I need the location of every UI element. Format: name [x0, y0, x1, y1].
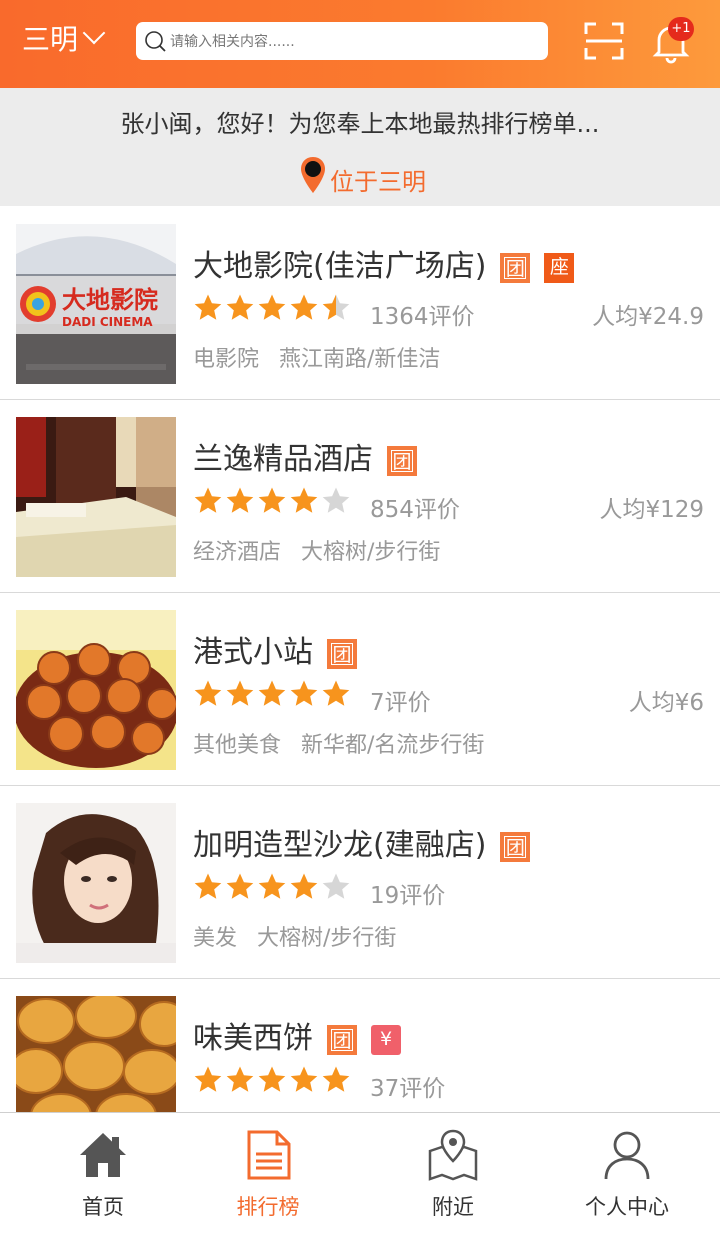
list-item[interactable]: 大地影院 DADI CINEMA 大地影院(佳洁广场店) 团座 1364评价 人均…	[0, 207, 720, 400]
group-buy-tag: 团	[500, 831, 531, 862]
avg-price: 人均¥6	[628, 690, 704, 716]
tab-ranking[interactable]: 排行榜	[178, 1113, 358, 1234]
greeting-message: 张小闽，您好！为您奉上本地最热排行榜单...	[120, 110, 600, 138]
area: 大榕树/步行街	[257, 926, 397, 951]
star-icon	[194, 680, 222, 706]
group-buy-tag: 团	[327, 638, 357, 669]
avg-price: 人均¥24.9	[592, 304, 704, 330]
category: 美发	[193, 926, 238, 951]
tab-label: 附近	[432, 1195, 474, 1219]
tab-label: 排行榜	[236, 1195, 300, 1219]
tab-home[interactable]: 首页	[13, 1113, 193, 1234]
star-icon	[258, 487, 286, 513]
star-icon	[226, 873, 254, 899]
cinema-photo: 大地影院 DADI CINEMA	[16, 224, 176, 384]
city-label: 三明	[22, 23, 79, 56]
chevron-down-icon	[82, 21, 106, 45]
tab-nearby[interactable]: 附近	[363, 1113, 543, 1234]
salon-photo	[16, 803, 176, 963]
star-icon	[290, 487, 318, 513]
group-buy-tag: 团	[387, 445, 417, 476]
star-icon	[226, 294, 254, 320]
star-icon	[290, 873, 318, 899]
category: 经济酒店	[193, 540, 282, 565]
shop-name: 味美西饼团 ¥	[193, 1013, 401, 1057]
location-pin-icon	[301, 157, 325, 193]
area: 新华都/名流步行街	[301, 733, 485, 758]
tab-label: 个人中心	[585, 1195, 669, 1219]
tab-label: 首页	[82, 1195, 124, 1219]
star-icon	[194, 294, 222, 320]
star-icon	[290, 680, 318, 706]
rating-stars	[193, 486, 353, 516]
star-icon	[226, 680, 254, 706]
shop-name: 兰逸精品酒店团	[193, 434, 417, 478]
hotel-photo	[16, 417, 176, 577]
star-icon	[258, 294, 286, 320]
payment-tag: ¥	[371, 1024, 401, 1055]
category: 其他美食	[193, 733, 282, 758]
greeting-banner: 张小闽，您好！为您奉上本地最热排行榜单... 位于三明	[0, 88, 720, 206]
list-item[interactable]: 兰逸精品酒店团 854评价 人均¥129 经济酒店 大榕树/步行街	[0, 400, 720, 593]
star-icon	[322, 873, 350, 899]
shop-name: 大地影院(佳洁广场店) 团座	[193, 241, 575, 285]
top-header: 三明 请输入相关内容...... +1	[0, 0, 720, 88]
group-buy-tag: 团	[327, 1024, 357, 1055]
category: 电影院	[193, 347, 260, 372]
star-icon	[194, 487, 222, 513]
avg-price: 人均¥129	[599, 497, 704, 523]
shop-meta: 其他美食 新华都/名流步行街	[193, 727, 484, 759]
review-count: 37评价	[370, 1076, 446, 1102]
location-label: 位于三明	[330, 168, 426, 196]
star-icon	[322, 680, 350, 706]
rating-stars	[193, 872, 353, 902]
star-icon	[194, 1066, 222, 1092]
star-icon	[290, 294, 318, 320]
tab-profile[interactable]: 个人中心	[537, 1113, 717, 1234]
cinema-logo-subtext: DADI CINEMA	[62, 315, 153, 329]
rating-stars	[193, 293, 353, 323]
ranking-list-icon	[247, 1130, 291, 1180]
scan-icon[interactable]	[584, 22, 624, 60]
area: 燕江南路/新佳洁	[279, 347, 441, 372]
star-icon	[322, 294, 350, 320]
rating-stars	[193, 1065, 353, 1095]
star-icon	[226, 487, 254, 513]
star-icon	[258, 680, 286, 706]
review-count: 1364评价	[370, 304, 475, 330]
map-icon	[428, 1129, 478, 1181]
list-item[interactable]: 加明造型沙龙(建融店) 团 19评价 美发 大榕树/步行街	[0, 786, 720, 979]
shop-name: 加明造型沙龙(建融店) 团	[193, 820, 531, 864]
star-icon	[226, 1066, 254, 1092]
review-count: 19评价	[370, 883, 446, 909]
shop-meta: 电影院 燕江南路/新佳洁	[193, 341, 440, 373]
star-icon	[194, 873, 222, 899]
review-count: 7评价	[370, 690, 431, 716]
shop-meta: 美发 大榕树/步行街	[193, 920, 396, 952]
search-input[interactable]: 请输入相关内容......	[136, 22, 548, 60]
user-icon	[604, 1131, 650, 1180]
bottom-tab-bar: 首页 排行榜 附近 个人中心	[0, 1112, 720, 1234]
star-icon	[322, 1066, 350, 1092]
seat-tag: 座	[544, 252, 575, 283]
shop-meta: 经济酒店 大榕树/步行街	[193, 534, 440, 566]
list-item[interactable]: 港式小站团 7评价 人均¥6 其他美食 新华都/名流步行街	[0, 593, 720, 786]
star-icon	[322, 487, 350, 513]
search-icon	[145, 31, 166, 52]
home-icon	[80, 1133, 126, 1177]
star-icon	[258, 873, 286, 899]
notification-badge: +1	[668, 17, 694, 41]
area: 大榕树/步行街	[301, 540, 441, 565]
city-selector[interactable]: 三明	[22, 20, 106, 60]
star-icon	[258, 1066, 286, 1092]
rating-stars	[193, 679, 353, 709]
ranking-list: 大地影院 DADI CINEMA 大地影院(佳洁广场店) 团座 1364评价 人均…	[0, 207, 720, 1172]
star-icon	[290, 1066, 318, 1092]
food-photo	[16, 610, 176, 770]
review-count: 854评价	[370, 497, 460, 523]
cinema-logo-text: 大地影院	[62, 286, 158, 314]
group-buy-tag: 团	[500, 252, 531, 283]
search-placeholder: 请输入相关内容......	[170, 34, 295, 50]
shop-name: 港式小站团	[193, 627, 357, 671]
